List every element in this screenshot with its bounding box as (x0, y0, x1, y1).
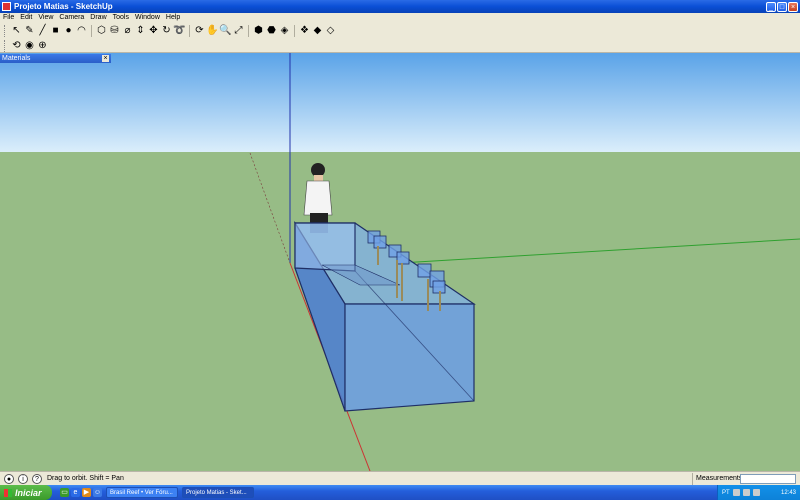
walk-tool-icon[interactable]: ⟲ (10, 39, 23, 52)
measurements-label: Measurements (696, 475, 743, 482)
eraser-tool-icon[interactable]: ✎ (23, 24, 36, 37)
arc-tool-icon[interactable]: ◠ (75, 24, 88, 37)
toolbar-separator (248, 24, 249, 37)
messenger-icon[interactable]: ☺ (93, 488, 102, 497)
windows-taskbar: Iniciar ▭ e ▶ ☺ Brasil Reef • Ver Fóru..… (0, 485, 800, 500)
secondary-toolbar: ⟲ ◉ ⊕ (0, 39, 800, 53)
get-models-icon[interactable]: ⬢ (252, 24, 265, 37)
materials-icon[interactable]: ◆ (311, 24, 324, 37)
warehouse-icon[interactable]: ◈ (278, 24, 291, 37)
toolbar-separator (294, 24, 295, 37)
internet-explorer-icon[interactable]: e (71, 488, 80, 497)
toolbar-grip[interactable] (4, 24, 8, 37)
rotate-tool-icon[interactable]: ↻ (160, 24, 173, 37)
tray-language[interactable]: PT (722, 490, 730, 496)
share-model-icon[interactable]: ⬣ (265, 24, 278, 37)
antivirus-icon[interactable] (752, 489, 760, 496)
status-divider (692, 472, 693, 485)
menu-camera[interactable]: Camera (56, 13, 87, 22)
measurements-input[interactable] (740, 473, 796, 484)
help-icon[interactable]: ? (32, 473, 42, 484)
follow-me-icon[interactable]: ➰ (173, 24, 186, 37)
pencil-tool-icon[interactable]: ╱ (36, 24, 49, 37)
tray-clock: 12:43 (780, 489, 796, 496)
zoom-extents-icon[interactable]: ⤢ (232, 24, 245, 37)
system-tray: PT 12:43 (717, 485, 800, 500)
materials-panel-title: Materials (2, 55, 31, 62)
volume-icon[interactable] (742, 489, 750, 496)
menu-tools[interactable]: Tools (110, 13, 132, 22)
components-icon[interactable]: ❖ (298, 24, 311, 37)
menu-bar: File Edit View Camera Draw Tools Window … (0, 13, 800, 22)
sky (0, 53, 800, 152)
status-bar: ● i ? Drag to orbit. Shift = Pan Measure… (0, 471, 800, 485)
minimize-button[interactable]: _ (766, 1, 776, 12)
pan-tool-icon[interactable]: ✋ (206, 24, 219, 37)
window-controls: _ □ × (766, 1, 798, 12)
menu-view[interactable]: View (35, 13, 56, 22)
menu-draw[interactable]: Draw (87, 13, 109, 22)
credits-icon[interactable]: i (18, 473, 28, 484)
toolbar-separator (91, 24, 92, 37)
show-desktop-icon[interactable]: ▭ (60, 488, 69, 497)
make-component-icon[interactable]: ⬡ (95, 24, 108, 37)
styles-icon[interactable]: ◇ (324, 24, 337, 37)
window-title: Projeto Matias - SketchUp (14, 2, 113, 11)
push-pull-icon[interactable]: ⇕ (134, 24, 147, 37)
select-tool-icon[interactable]: ↖ (10, 24, 23, 37)
windows-flag-icon (4, 488, 12, 497)
maximize-button[interactable]: □ (777, 1, 787, 12)
paint-bucket-icon[interactable]: ⛁ (108, 24, 121, 37)
start-label: Iniciar (15, 487, 42, 498)
position-camera-icon[interactable]: ⊕ (36, 39, 49, 52)
start-button[interactable]: Iniciar (0, 485, 52, 500)
rectangle-tool-icon[interactable]: ■ (49, 24, 62, 37)
task-brasil-reef[interactable]: Brasil Reef • Ver Fóru... (106, 487, 178, 498)
menu-window[interactable]: Window (132, 13, 163, 22)
look-around-icon[interactable]: ◉ (23, 39, 36, 52)
close-button[interactable]: × (788, 1, 798, 12)
network-icon[interactable] (732, 489, 740, 496)
status-hint: Drag to orbit. Shift = Pan (47, 475, 124, 482)
zoom-tool-icon[interactable]: 🔍 (219, 24, 232, 37)
menu-file[interactable]: File (0, 13, 17, 22)
toolbar-grip[interactable] (4, 39, 8, 52)
quick-launch: ▭ e ▶ ☺ (60, 488, 102, 497)
menu-edit[interactable]: Edit (17, 13, 35, 22)
tape-measure-icon[interactable]: ⌀ (121, 24, 134, 37)
materials-panel[interactable]: Materials × (0, 54, 111, 63)
title-bar: Projeto Matias - SketchUp _ □ × (0, 0, 800, 13)
main-toolbar: ↖ ✎ ╱ ■ ● ◠ ⬡ ⛁ ⌀ ⇕ ✥ ↻ ➰ ⟳ ✋ 🔍 ⤢ ⬢ ⬣ ◈ ❖ ◆ ◇ (0, 22, 800, 39)
toolbar-separator (189, 24, 190, 37)
geo-location-icon[interactable]: ● (4, 473, 14, 484)
media-player-icon[interactable]: ▶ (82, 488, 91, 497)
materials-panel-close-button[interactable]: × (102, 55, 109, 62)
move-tool-icon[interactable]: ✥ (147, 24, 160, 37)
orbit-tool-icon[interactable]: ⟳ (193, 24, 206, 37)
scene-svg (0, 53, 800, 471)
circle-tool-icon[interactable]: ● (62, 24, 75, 37)
drawing-viewport[interactable] (0, 53, 800, 471)
task-sketchup[interactable]: Projeto Matias - Sket... (182, 487, 254, 498)
sketchup-app-icon (2, 2, 11, 11)
menu-help[interactable]: Help (163, 13, 183, 22)
